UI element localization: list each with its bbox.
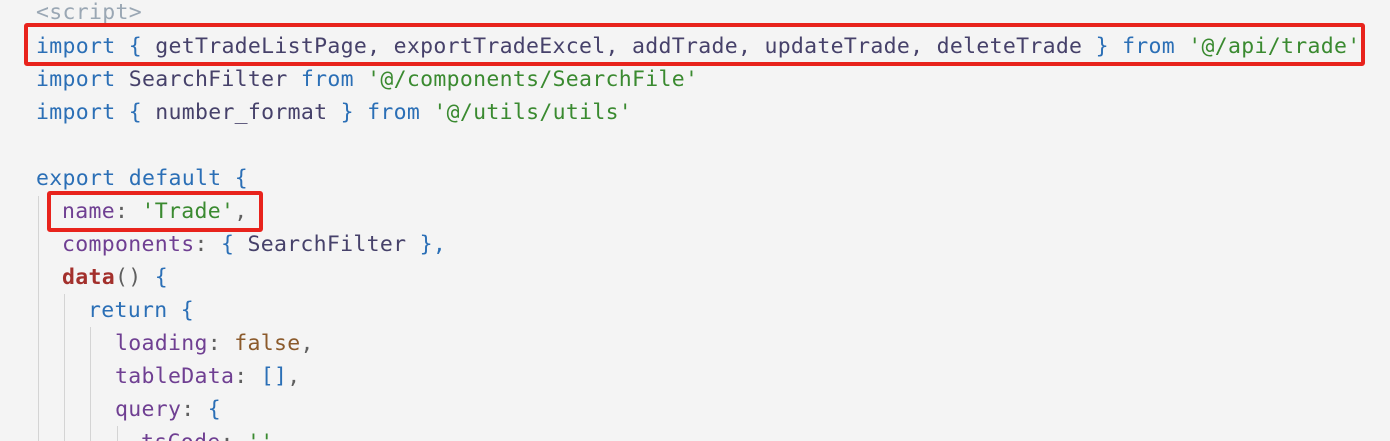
- keyword-import: import: [36, 67, 116, 92]
- component-name: SearchFilter: [247, 232, 407, 257]
- property-name: loading: [115, 331, 208, 356]
- code-line-loading: loading: false,: [115, 327, 314, 360]
- brace-close: },: [419, 232, 447, 257]
- colon: :: [234, 364, 248, 389]
- brace-open: {: [220, 232, 235, 257]
- comma: ,: [287, 364, 301, 389]
- code-line-tabledata: tableData: [],: [115, 360, 300, 393]
- keyword-export: export: [36, 166, 116, 191]
- colon: :: [207, 331, 221, 356]
- code-line-import-searchfilter: import SearchFilter from '@/components/S…: [36, 63, 698, 96]
- import-path: '@/utils/utils': [433, 100, 633, 125]
- property-name: query: [115, 397, 182, 422]
- colon: :: [194, 232, 208, 257]
- keyword-from: from: [367, 100, 421, 125]
- indent-guide: [38, 196, 39, 441]
- keyword-default: default: [128, 166, 222, 191]
- comma: ,: [300, 331, 314, 356]
- property-name: tableData: [115, 364, 235, 389]
- function-name: data: [62, 265, 115, 290]
- brace-open: {: [234, 166, 248, 191]
- property-name: tsCode: [141, 430, 220, 441]
- imported-name: number_format: [155, 100, 328, 125]
- code-line-data: data() {: [62, 261, 168, 294]
- boolean-value: false: [234, 331, 301, 356]
- colon: :: [181, 397, 195, 422]
- brace-open: {: [128, 100, 142, 125]
- indent-guide: [90, 327, 91, 441]
- brace-close: }: [340, 100, 354, 125]
- imported-name: SearchFilter: [128, 67, 288, 92]
- code-line-import-utils: import { number_format } from '@/utils/u…: [36, 96, 632, 129]
- keyword-import: import: [36, 100, 116, 125]
- colon: :: [220, 430, 233, 441]
- code-line-components: components: { SearchFilter },: [62, 228, 446, 261]
- import-path: '@/components/SearchFile': [367, 67, 699, 92]
- code-line-query: query: {: [115, 393, 221, 426]
- highlight-box-name-line: [47, 191, 263, 232]
- parens: (): [114, 265, 142, 290]
- keyword-return: return: [88, 298, 168, 323]
- indent-guide: [64, 294, 65, 441]
- brace-open: {: [180, 298, 194, 323]
- indent-guide: [117, 426, 118, 441]
- script-tag: <script>: [36, 0, 142, 25]
- code-line-return: return {: [88, 294, 194, 327]
- property-name: components: [62, 232, 195, 257]
- code-line-partial: tsCode: '': [141, 426, 273, 441]
- keyword-from: from: [300, 67, 354, 92]
- brace-open: {: [207, 397, 221, 422]
- code-editor[interactable]: <script> import { getTradeListPage, expo…: [0, 0, 1390, 441]
- string-value: '': [247, 430, 274, 441]
- brace-open: {: [154, 265, 168, 290]
- highlight-box-import-line: [24, 23, 1365, 66]
- array-literal: []: [260, 364, 288, 389]
